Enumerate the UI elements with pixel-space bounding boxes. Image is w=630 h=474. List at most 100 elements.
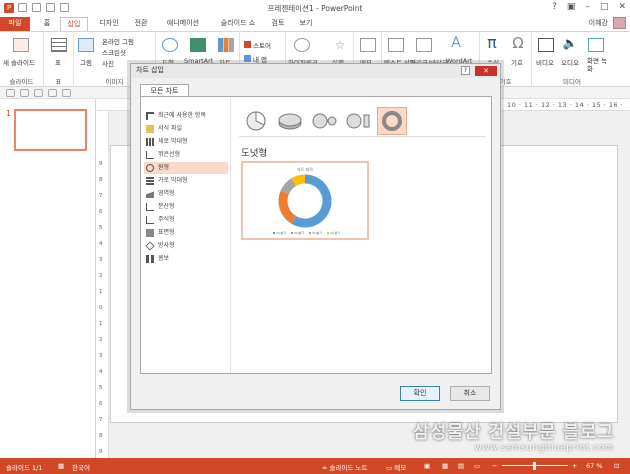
ruler-tick: 6 <box>99 209 103 215</box>
new-slide-icon[interactable] <box>13 38 29 52</box>
group-label: 미디어 <box>563 78 581 86</box>
screen-recording-icon[interactable] <box>588 38 604 52</box>
tab-transitions[interactable]: 전환 <box>130 17 152 31</box>
tab-insert[interactable]: 삽입 <box>60 17 88 31</box>
reading-view-icon[interactable]: ▤ <box>458 462 464 470</box>
layout-icon[interactable] <box>48 89 57 97</box>
dialog-help-button[interactable]: ? <box>461 66 470 75</box>
category-bar[interactable]: 가로 막대형 <box>144 175 228 187</box>
store-button[interactable]: 스토어 <box>244 40 271 50</box>
picture-icon[interactable] <box>78 38 94 52</box>
online-pictures-button[interactable]: 온라인 그림 <box>102 36 134 46</box>
layout-icon[interactable] <box>34 89 43 97</box>
slide-sorter-icon[interactable]: ▦ <box>442 462 448 470</box>
tab-file[interactable]: 파일 <box>0 17 30 31</box>
zoom-in-button[interactable]: + <box>572 462 577 470</box>
spellcheck-icon[interactable]: ▦ <box>58 462 64 470</box>
tab-review[interactable]: 검토 <box>268 17 288 31</box>
category-recent[interactable]: 최근에 사용한 항목 <box>144 110 228 122</box>
category-line[interactable]: 꺾은선형 <box>144 149 228 161</box>
video-button[interactable]: 비디오 <box>536 57 554 67</box>
category-label: 꺾은선형 <box>158 151 181 158</box>
subtype-pie[interactable] <box>241 107 271 135</box>
category-column[interactable]: 세로 막대형 <box>144 136 228 148</box>
ruler-tick: 4 <box>99 241 103 247</box>
comments-button[interactable]: ▭ 메모 <box>386 462 406 472</box>
screenshot-button[interactable]: 스크린샷 <box>102 47 126 57</box>
symbol-icon[interactable]: Ω <box>510 35 526 51</box>
layout-icon[interactable] <box>62 89 71 97</box>
language[interactable]: 한국어 <box>72 462 90 472</box>
bar-chart-icon <box>146 177 154 185</box>
doughnut-slice <box>291 174 306 187</box>
category-combo[interactable]: 콤보 <box>144 253 228 265</box>
preview-chart-title: 차트 제목 <box>297 166 313 172</box>
close-button[interactable]: ✕ <box>618 2 626 12</box>
subtype-3d-pie[interactable] <box>275 107 305 135</box>
video-icon[interactable] <box>538 38 554 52</box>
normal-view-icon[interactable]: ▣ <box>424 462 430 470</box>
equation-icon[interactable]: π <box>484 35 500 51</box>
category-label: 콤보 <box>158 255 170 262</box>
stock-chart-icon <box>146 216 154 224</box>
avatar[interactable] <box>613 17 626 29</box>
category-area[interactable]: 영역형 <box>144 188 228 200</box>
subtype-pie-of-pie[interactable] <box>309 107 339 135</box>
photo-album-button[interactable]: 사진 <box>102 58 114 68</box>
smartart-icon[interactable] <box>190 38 206 52</box>
tab-slideshow[interactable]: 슬라이드 쇼 <box>212 17 264 31</box>
chart-preview[interactable]: 차트 제목 1사분기 2사분기 3사분기 4사분기 <box>241 161 369 240</box>
user-name[interactable]: 이혜강 <box>589 18 608 28</box>
notes-button[interactable]: ≐ 슬라이드 노트 <box>322 462 367 472</box>
ruler-tick: 2 <box>99 273 103 279</box>
ok-button[interactable]: 확인 <box>400 386 440 401</box>
subtype-doughnut[interactable] <box>377 107 407 135</box>
minimize-button[interactable]: – <box>585 2 590 12</box>
slideshow-icon[interactable]: ▭ <box>474 462 480 470</box>
symbol-button[interactable]: 기호 <box>511 57 523 67</box>
tab-home[interactable]: 홈 <box>38 17 56 31</box>
title-bar: P 프레젠테이션1 - PowerPoint ? ▣ – □ ✕ <box>0 0 630 16</box>
audio-icon[interactable]: 🔈 <box>562 36 578 50</box>
ruler-tick: 5 <box>99 225 103 231</box>
table-button[interactable]: 표 <box>55 57 61 67</box>
layout-icon[interactable] <box>6 89 15 97</box>
tab-view[interactable]: 보기 <box>296 17 316 31</box>
category-stock[interactable]: 주식형 <box>144 214 228 226</box>
tab-design[interactable]: 디자인 <box>94 17 124 31</box>
action-icon[interactable]: ☆ <box>332 38 348 52</box>
slide-thumbnail[interactable] <box>14 109 87 151</box>
zoom-level[interactable]: 67 % <box>586 462 603 470</box>
images-button[interactable]: 그림 <box>80 57 92 67</box>
table-icon[interactable] <box>51 38 67 52</box>
category-scatter[interactable]: 분산형 <box>144 201 228 213</box>
subtype-bar-of-pie[interactable] <box>343 107 373 135</box>
zoom-out-button[interactable]: − <box>492 462 497 470</box>
category-pie[interactable]: 원형 <box>144 162 228 174</box>
help-icon[interactable]: ? <box>552 2 557 12</box>
wordart-icon[interactable]: A <box>448 36 464 50</box>
column-chart-icon <box>146 138 154 146</box>
zoom-slider-thumb[interactable] <box>533 462 536 470</box>
category-label: 서식 파일 <box>158 125 182 132</box>
cancel-button[interactable]: 취소 <box>450 386 490 401</box>
category-radar[interactable]: 방사형 <box>144 240 228 252</box>
category-surface[interactable]: 표면형 <box>144 227 228 239</box>
audio-button[interactable]: 오디오 <box>561 57 579 67</box>
ribbon-display-icon[interactable]: ▣ <box>567 2 576 12</box>
comment-icon[interactable] <box>360 38 376 52</box>
tab-animations[interactable]: 애니메이션 <box>160 17 206 31</box>
shapes-icon[interactable] <box>162 38 178 52</box>
category-templates[interactable]: 서식 파일 <box>144 123 228 135</box>
screen-recording-button[interactable]: 화면 녹화 <box>587 57 609 73</box>
new-slide-button[interactable]: 새 슬라이드 <box>3 57 35 67</box>
header-footer-icon[interactable] <box>416 38 432 52</box>
fit-slide-icon[interactable]: ⊡ <box>614 462 619 470</box>
hyperlink-icon[interactable] <box>294 38 310 52</box>
chart-icon[interactable] <box>218 38 234 52</box>
scatter-chart-icon <box>146 203 154 211</box>
dialog-close-button[interactable]: ✕ <box>475 66 497 76</box>
textbox-icon[interactable] <box>388 38 404 52</box>
layout-icon[interactable] <box>20 89 29 97</box>
restore-button[interactable]: □ <box>600 2 609 12</box>
